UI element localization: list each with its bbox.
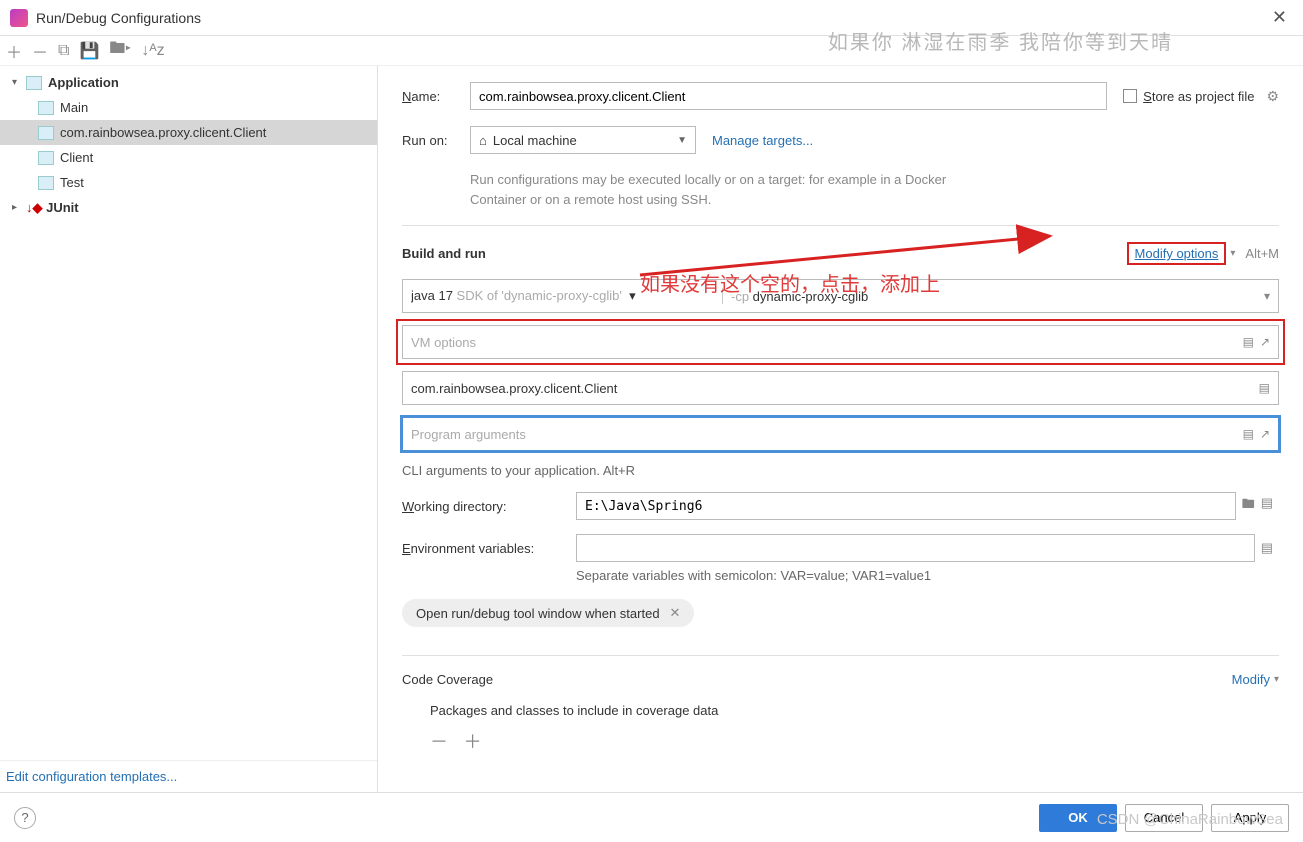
store-as-file[interactable]: Store as project file ⚙ — [1123, 88, 1279, 105]
open-tool-window-chip[interactable]: Open run/debug tool window when started … — [402, 599, 694, 627]
junit-icon: ↓◆ — [26, 200, 46, 216]
runon-label: Run on: — [402, 133, 470, 148]
home-icon: ⌂ — [479, 133, 487, 148]
remove-button[interactable]: － — [32, 39, 48, 63]
store-label: Store as project file — [1143, 89, 1254, 104]
apply-button[interactable]: Apply — [1211, 804, 1289, 832]
tree-item-label: Client — [60, 150, 93, 165]
folder-icon[interactable]: 🖿 — [1242, 495, 1255, 517]
chevron-down-icon: ▼ — [677, 135, 687, 146]
tree-item-selected[interactable]: com.rainbowsea.proxy.clicent.Client — [0, 120, 377, 145]
main-class-value: com.rainbowsea.proxy.clicent.Client — [411, 381, 617, 396]
manage-targets-link[interactable]: Manage targets... — [712, 133, 813, 148]
expand-icon[interactable]: ↗ — [1260, 335, 1270, 349]
list-icon[interactable]: ▤ — [1259, 381, 1270, 395]
working-dir-input[interactable] — [576, 492, 1236, 520]
config-tree: ▾ Application Main com.rainbowsea.proxy.… — [0, 70, 377, 760]
copy-button[interactable]: ⧉ — [58, 42, 69, 60]
cli-hint: CLI arguments to your application. Alt+R — [402, 463, 1279, 478]
tree-item-label: Main — [60, 100, 88, 115]
name-label: Name: — [402, 89, 470, 104]
modify-options-link[interactable]: Modify options — [1135, 246, 1219, 261]
cc-modify-link[interactable]: Modify — [1232, 672, 1270, 687]
chip-label: Open run/debug tool window when started — [416, 606, 660, 621]
name-input[interactable] — [470, 82, 1107, 110]
dialog-footer: ? OK Cancel Apply — [0, 792, 1303, 842]
close-icon[interactable]: ✕ — [670, 605, 681, 621]
tree-item-label: com.rainbowsea.proxy.clicent.Client — [60, 125, 266, 140]
vm-placeholder: VM options — [411, 335, 476, 350]
save-button[interactable]: 💾 — [79, 41, 99, 61]
toolbar: ＋ － ⧉ 💾 🖿▸ ↓ᴬᴢ — [0, 36, 1303, 66]
application-icon — [38, 101, 54, 115]
env-input[interactable] — [576, 534, 1255, 562]
build-run-title: Build and run — [402, 246, 1127, 261]
program-args-input[interactable]: Program arguments ▤ ↗ — [402, 417, 1279, 451]
args-placeholder: Program arguments — [411, 427, 526, 442]
main-class-input[interactable]: com.rainbowsea.proxy.clicent.Client ▤ — [402, 371, 1279, 405]
list-icon[interactable]: ▤ — [1243, 427, 1254, 441]
chevron-down-icon: ▾ — [12, 77, 24, 88]
add-package-button[interactable]: ＋ — [464, 732, 482, 752]
tree-label: Application — [48, 75, 119, 90]
list-icon[interactable]: ▤ — [1261, 540, 1273, 556]
runon-hint: Run configurations may be executed local… — [470, 170, 990, 209]
sort-button[interactable]: ↓ᴬᴢ — [141, 42, 164, 60]
tree-item[interactable]: Main — [0, 95, 377, 120]
checkbox-icon[interactable] — [1123, 89, 1137, 103]
vm-options-input[interactable]: VM options ▤ ↗ — [402, 325, 1279, 359]
tree-node-junit[interactable]: ▸ ↓◆ JUnit — [0, 195, 377, 220]
chevron-down-icon: ▾ — [1274, 674, 1279, 685]
sidebar: ▾ Application Main com.rainbowsea.proxy.… — [0, 66, 378, 792]
window-title: Run/Debug Configurations — [36, 10, 1266, 26]
packages-label: Packages and classes to include in cover… — [430, 703, 1279, 718]
runon-value: Local machine — [493, 133, 577, 148]
list-icon[interactable]: ▤ — [1261, 495, 1273, 517]
application-icon — [26, 76, 42, 90]
list-icon[interactable]: ▤ — [1243, 335, 1254, 349]
tree-label: JUnit — [46, 200, 79, 215]
code-coverage-title: Code Coverage — [402, 672, 1232, 687]
expand-icon[interactable]: ↗ — [1260, 427, 1270, 441]
env-label: Environment variables: — [402, 541, 576, 556]
chevron-down-icon: ▾ — [1230, 248, 1235, 259]
chevron-down-icon: ▾ — [1264, 289, 1270, 303]
app-icon — [10, 9, 28, 27]
tree-item-label: Test — [60, 175, 84, 190]
gear-icon[interactable]: ⚙ — [1266, 88, 1279, 105]
application-icon — [38, 151, 54, 165]
tree-item[interactable]: Client — [0, 145, 377, 170]
runon-dropdown[interactable]: ⌂ Local machine ▼ — [470, 126, 696, 154]
env-hint: Separate variables with semicolon: VAR=v… — [576, 568, 1279, 583]
help-button[interactable]: ? — [14, 807, 36, 829]
sdk-select[interactable]: java 17 SDK of 'dynamic-proxy-cglib' ▾ — [411, 288, 723, 304]
cp-select[interactable]: -cp dynamic-proxy-cglib — [723, 289, 1264, 304]
titlebar: Run/Debug Configurations ✕ — [0, 0, 1303, 36]
config-panel: Name: Store as project file ⚙ Run on: ⌂ … — [378, 66, 1303, 792]
tree-node-application[interactable]: ▾ Application — [0, 70, 377, 95]
edit-templates-link[interactable]: Edit configuration templates... — [0, 760, 377, 792]
modify-options-highlight: Modify options — [1127, 242, 1227, 265]
add-button[interactable]: ＋ — [6, 39, 22, 63]
application-icon — [38, 176, 54, 190]
sdk-cp-row[interactable]: java 17 SDK of 'dynamic-proxy-cglib' ▾ -… — [402, 279, 1279, 313]
tree-item[interactable]: Test — [0, 170, 377, 195]
shortcut-label: Alt+M — [1245, 246, 1279, 261]
cancel-button[interactable]: Cancel — [1125, 804, 1203, 832]
remove-package-button[interactable]: － — [430, 732, 448, 752]
wd-label: Working directory: — [402, 499, 576, 514]
folder-button[interactable]: 🖿▸ — [109, 37, 131, 64]
application-icon — [38, 126, 54, 140]
close-button[interactable]: ✕ — [1266, 7, 1293, 28]
ok-button[interactable]: OK — [1039, 804, 1117, 832]
chevron-right-icon: ▸ — [12, 202, 24, 213]
